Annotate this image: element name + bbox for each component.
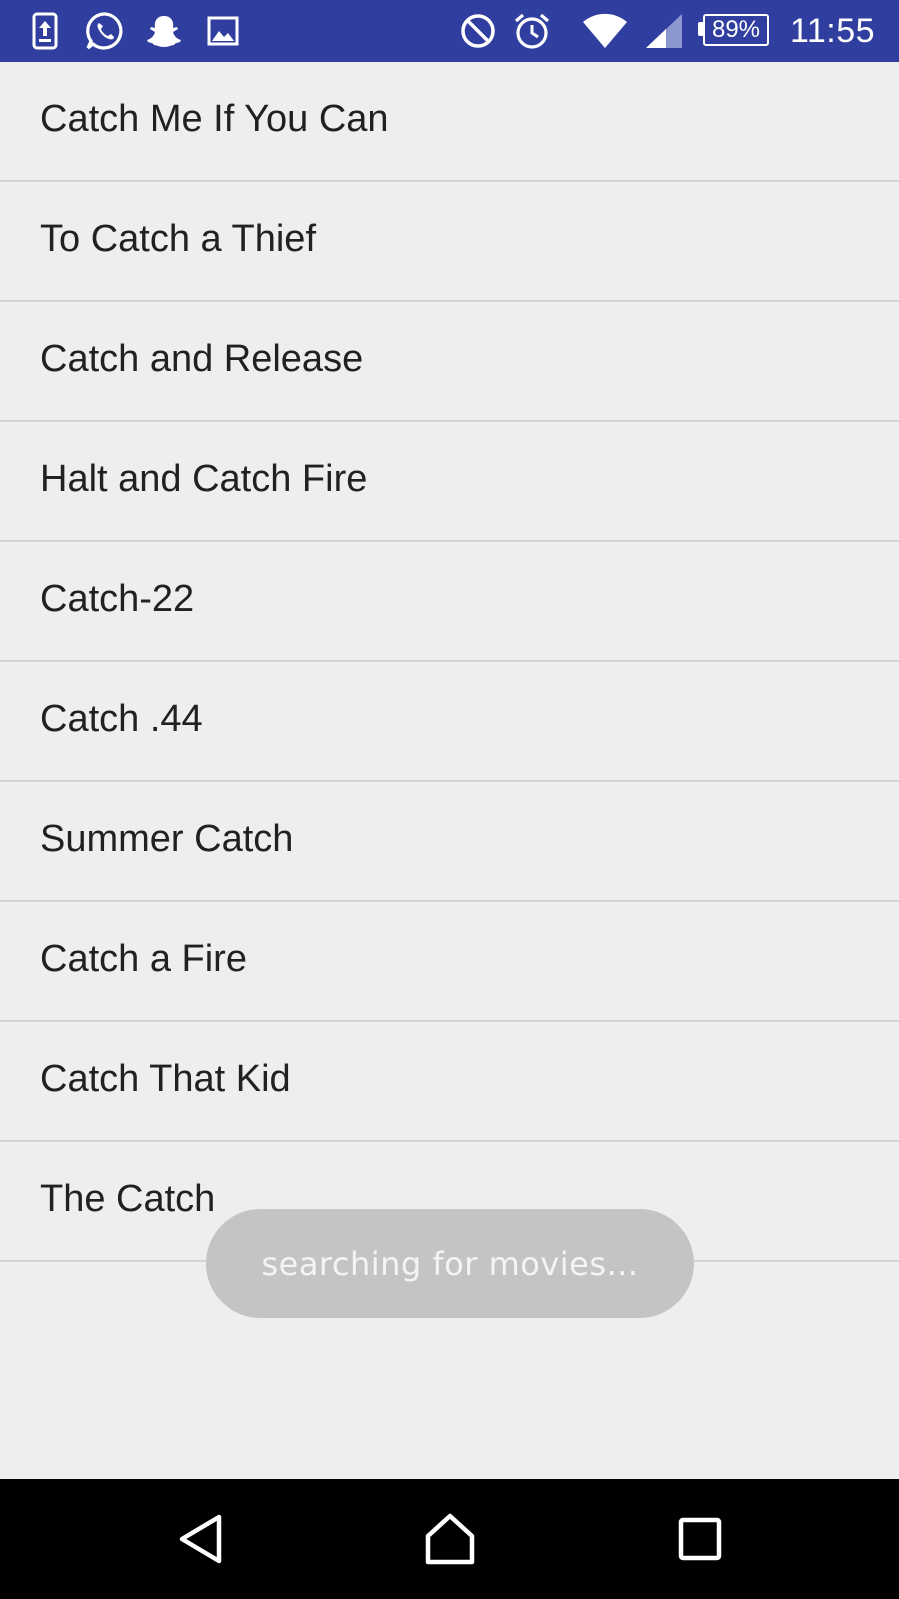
screen: 89% 11:55 Catch Me If You Can To Catch a… bbox=[0, 0, 899, 1599]
toast-text: searching for movies... bbox=[261, 1244, 639, 1283]
recents-icon[interactable] bbox=[662, 1501, 738, 1577]
whatsapp-icon bbox=[84, 11, 126, 51]
upload-icon bbox=[30, 11, 60, 51]
battery-indicator: 89% bbox=[703, 14, 769, 46]
list-item[interactable]: Catch and Release bbox=[0, 302, 899, 422]
list-item[interactable]: Halt and Catch Fire bbox=[0, 422, 899, 542]
navigation-bar bbox=[0, 1479, 899, 1599]
movie-title: Summer Catch bbox=[40, 817, 294, 860]
list-item[interactable]: Catch Me If You Can bbox=[0, 62, 899, 182]
movie-title: Catch That Kid bbox=[40, 1057, 291, 1100]
do-not-disturb-icon bbox=[458, 11, 498, 51]
signal-icon bbox=[643, 11, 685, 51]
movie-title: Halt and Catch Fire bbox=[40, 457, 368, 500]
toast-message: searching for movies... bbox=[206, 1209, 694, 1318]
list-item[interactable]: Catch That Kid bbox=[0, 1022, 899, 1142]
movie-title: Catch a Fire bbox=[40, 937, 247, 980]
snapchat-icon bbox=[144, 11, 184, 51]
movie-list: Catch Me If You Can To Catch a Thief Cat… bbox=[0, 62, 899, 1262]
back-icon[interactable] bbox=[163, 1501, 239, 1577]
clock: 11:55 bbox=[790, 12, 876, 50]
list-item[interactable]: Catch a Fire bbox=[0, 902, 899, 1022]
list-item[interactable]: Catch-22 bbox=[0, 542, 899, 662]
alarm-icon bbox=[512, 11, 552, 51]
movie-title: The Catch bbox=[40, 1177, 216, 1220]
list-item[interactable]: To Catch a Thief bbox=[0, 182, 899, 302]
movie-title: Catch-22 bbox=[40, 577, 195, 620]
movie-title: To Catch a Thief bbox=[40, 217, 317, 260]
status-bar: 89% 11:55 bbox=[0, 0, 899, 62]
movie-title: Catch .44 bbox=[40, 697, 203, 740]
movie-title: Catch Me If You Can bbox=[40, 97, 389, 140]
wifi-icon bbox=[580, 11, 630, 51]
movie-title: Catch and Release bbox=[40, 337, 364, 380]
list-item[interactable]: Catch .44 bbox=[0, 662, 899, 782]
list-item[interactable]: Summer Catch bbox=[0, 782, 899, 902]
gallery-icon bbox=[206, 11, 240, 51]
home-icon[interactable] bbox=[412, 1501, 488, 1577]
